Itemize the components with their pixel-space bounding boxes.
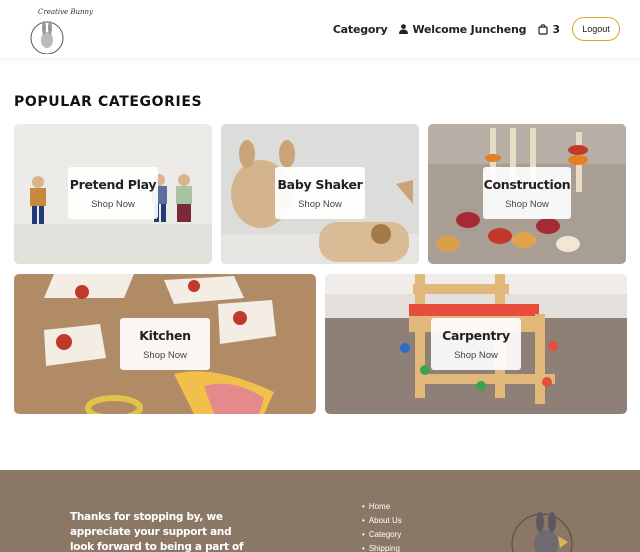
card-label-box: Carpentry Shop Now xyxy=(431,318,521,370)
card-title: Carpentry xyxy=(442,327,510,343)
bunny-logo-icon xyxy=(511,512,573,552)
shop-now-link[interactable]: Shop Now xyxy=(505,199,549,210)
footer-logo xyxy=(506,498,616,552)
footer-message: Thanks for stopping by, we appreciate yo… xyxy=(70,511,244,552)
card-label-box: Kitchen Shop Now xyxy=(120,318,210,370)
shop-now-link[interactable]: Shop Now xyxy=(298,199,342,210)
site-header: Creative Bunny Category Welcome Juncheng… xyxy=(0,0,640,58)
cart-count: 3 xyxy=(552,22,560,36)
nav-user[interactable]: Welcome Juncheng xyxy=(399,22,527,36)
footer-link-about[interactable]: About Us xyxy=(362,514,402,528)
category-card-pretend-play[interactable]: Pretend Play Shop Now xyxy=(14,124,212,264)
card-title: Kitchen xyxy=(139,327,191,343)
shop-now-link[interactable]: Shop Now xyxy=(91,199,135,210)
category-card-kitchen[interactable]: Kitchen Shop Now xyxy=(14,274,316,414)
card-label-box: Pretend Play Shop Now xyxy=(68,167,158,219)
footer-link-home[interactable]: Home xyxy=(362,500,402,514)
footer-links: Home About Us Category Shipping xyxy=(362,500,402,552)
site-footer: Thanks for stopping by, we appreciate yo… xyxy=(0,470,640,552)
user-icon xyxy=(399,24,409,34)
shop-now-link[interactable]: Shop Now xyxy=(143,350,187,361)
logout-button[interactable]: Logout xyxy=(572,17,620,41)
card-label-box: Construction Shop Now xyxy=(483,167,571,219)
shop-now-link[interactable]: Shop Now xyxy=(454,350,498,361)
cart-icon xyxy=(538,23,548,35)
card-label-box: Baby Shaker Shop Now xyxy=(275,167,365,219)
section-title: POPULAR CATEGORIES xyxy=(14,94,203,110)
cart-link[interactable]: 3 xyxy=(538,23,560,36)
category-card-carpentry[interactable]: Carpentry Shop Now xyxy=(325,274,627,414)
card-title: Pretend Play xyxy=(69,176,157,192)
top-nav: Category Welcome Juncheng 3 Logout xyxy=(333,17,620,41)
nav-category-link[interactable]: Category xyxy=(333,23,388,36)
welcome-text: Welcome Juncheng xyxy=(412,22,527,36)
card-title: Baby Shaker xyxy=(277,176,363,192)
card-title: Construction xyxy=(483,176,571,192)
category-card-construction[interactable]: Construction Shop Now xyxy=(428,124,626,264)
logo-text: Creative Bunny xyxy=(38,8,94,16)
footer-link-category[interactable]: Category xyxy=(362,528,402,542)
category-card-baby-shaker[interactable]: Baby Shaker Shop Now xyxy=(221,124,419,264)
footer-link-shipping[interactable]: Shipping xyxy=(362,542,402,552)
